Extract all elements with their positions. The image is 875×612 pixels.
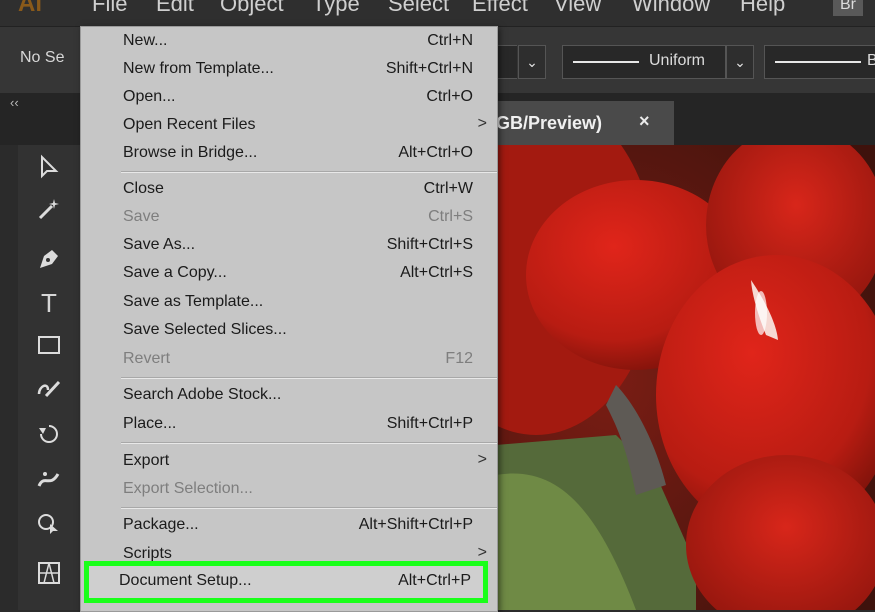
menu-item-label: Save as Template...: [123, 293, 264, 310]
menu-item-close[interactable]: Close Ctrl+W: [81, 176, 497, 204]
menu-item-save-as[interactable]: Save As... Shift+Ctrl+S: [81, 232, 497, 260]
brush-definition-field[interactable]: B: [764, 45, 875, 79]
document-tab-title: GB/Preview): [496, 113, 603, 133]
pen-tool-icon[interactable]: [18, 239, 80, 279]
menu-item-label: Open Recent Files: [123, 116, 256, 133]
magic-wand-tool-icon[interactable]: [18, 189, 80, 229]
menu-type[interactable]: Type: [312, 0, 360, 17]
menu-separator: [121, 442, 497, 444]
puppet-warp-tool-icon[interactable]: [18, 459, 80, 499]
menu-item-label: New...: [123, 32, 168, 49]
close-icon[interactable]: ×: [639, 111, 650, 132]
menu-item-browse-in-bridge[interactable]: Browse in Bridge... Alt+Ctrl+O: [81, 140, 497, 168]
menu-item-shortcut: Ctrl+N: [427, 32, 473, 49]
menu-item-revert: Revert F12: [81, 346, 497, 374]
shape-builder-tool-icon[interactable]: [18, 503, 80, 543]
selection-tool-icon[interactable]: [18, 147, 80, 187]
type-tool-icon[interactable]: T: [18, 283, 80, 323]
menu-item-place[interactable]: Place... Shift+Ctrl+P: [81, 411, 497, 439]
menu-view[interactable]: View: [554, 0, 601, 17]
menu-item-label: Place...: [123, 415, 177, 432]
menu-help[interactable]: Help: [740, 0, 785, 17]
menu-item-label: Save: [123, 208, 160, 225]
menu-item-document-setup[interactable]: Document Setup... Alt+Ctrl+P: [85, 568, 489, 596]
menu-item-label: Save a Copy...: [123, 264, 227, 281]
stroke-weight-dropdown[interactable]: ⌄: [518, 45, 546, 79]
menu-file[interactable]: File: [92, 0, 127, 17]
profile-label: Uniform: [649, 52, 706, 69]
rectangle-tool-icon[interactable]: [18, 325, 80, 365]
brush-label: B: [867, 52, 875, 69]
menu-item-shortcut: Alt+Shift+Ctrl+P: [358, 516, 473, 533]
chevron-right-icon: >: [477, 544, 487, 561]
menu-effect[interactable]: Effect: [472, 0, 528, 17]
menu-item-shortcut: Shift+Ctrl+S: [386, 236, 473, 253]
paintbrush-tool-icon[interactable]: [18, 369, 80, 409]
menu-item-open-recent-files[interactable]: Open Recent Files >: [81, 112, 497, 140]
tools-panel: T: [18, 145, 80, 610]
menu-item-shortcut: Ctrl+S: [428, 208, 473, 225]
menu-item-shortcut: Ctrl+O: [426, 88, 473, 105]
menu-separator: [121, 507, 497, 509]
menu-item-label: Document Setup...: [119, 572, 252, 589]
rotate-tool-icon[interactable]: [18, 415, 80, 455]
menu-item-save-as-template[interactable]: Save as Template...: [81, 289, 497, 317]
stroke-weight-field[interactable]: [496, 45, 517, 79]
menu-separator: [121, 377, 497, 379]
document-setup-highlight[interactable]: Document Setup... Alt+Ctrl+P: [84, 561, 488, 603]
document-image: [496, 145, 875, 610]
app-logo: Ai: [18, 0, 42, 17]
collapse-panel-icon[interactable]: ‹‹: [10, 95, 19, 110]
menu-item-shortcut: Ctrl+W: [423, 180, 473, 197]
profile-dropdown[interactable]: ⌄: [726, 45, 754, 79]
menu-item-new-from-template[interactable]: New from Template... Shift+Ctrl+N: [81, 56, 497, 84]
menu-item-shortcut: Shift+Ctrl+N: [385, 60, 473, 77]
menu-item-label: New from Template...: [123, 60, 274, 77]
menu-item-save-a-copy[interactable]: Save a Copy... Alt+Ctrl+S: [81, 260, 497, 288]
menu-select[interactable]: Select: [388, 0, 449, 17]
menu-item-label: Save As...: [123, 236, 196, 253]
menu-item-label: Save Selected Slices...: [123, 321, 287, 338]
menu-item-shortcut: F12: [445, 350, 473, 367]
menu-item-save-selected-slices[interactable]: Save Selected Slices...: [81, 317, 497, 345]
chevron-down-icon: ⌄: [526, 54, 538, 70]
menu-item-export[interactable]: Export >: [81, 448, 497, 476]
chevron-right-icon: >: [477, 451, 487, 468]
menubar: Ai File Edit Object Type Select Effect V…: [0, 0, 875, 26]
menu-item-label: Close: [123, 180, 164, 197]
menu-edit[interactable]: Edit: [156, 0, 194, 17]
menu-separator: [121, 171, 497, 173]
menu-item-open[interactable]: Open... Ctrl+O: [81, 84, 497, 112]
menu-item-label: Export Selection...: [123, 480, 253, 497]
menu-item-label: Browse in Bridge...: [123, 144, 258, 161]
menu-item-label: Open...: [123, 88, 176, 105]
menu-item-label: Export: [123, 452, 170, 469]
menu-item-shortcut: Alt+Ctrl+P: [398, 572, 471, 589]
bridge-badge[interactable]: Br: [833, 0, 863, 16]
selection-status-label: No Se: [20, 49, 65, 66]
menu-object[interactable]: Object: [220, 0, 284, 17]
brush-line-preview: [775, 61, 861, 63]
file-menu: New... Ctrl+N New from Template... Shift…: [80, 26, 498, 612]
menu-item-shortcut: Shift+Ctrl+P: [386, 415, 473, 432]
document-tab[interactable]: GB/Preview) ×: [496, 101, 674, 145]
profile-line-preview: [573, 61, 639, 63]
perspective-grid-tool-icon[interactable]: [18, 553, 80, 593]
menu-item-save: Save Ctrl+S: [81, 204, 497, 232]
menu-item-search-adobe-stock[interactable]: Search Adobe Stock...: [81, 382, 497, 410]
menu-item-label: Search Adobe Stock...: [123, 386, 282, 403]
menu-item-package[interactable]: Package... Alt+Shift+Ctrl+P: [81, 512, 497, 540]
menu-item-new[interactable]: New... Ctrl+N: [81, 28, 497, 56]
menu-item-label: Package...: [123, 516, 199, 533]
chevron-right-icon: >: [477, 115, 487, 132]
variable-width-profile-field[interactable]: Uniform: [562, 45, 726, 79]
artboard-canvas[interactable]: [496, 145, 875, 610]
chevron-down-icon: ⌄: [734, 54, 746, 70]
menu-window[interactable]: Window: [632, 0, 710, 17]
menu-item-label: Revert: [123, 350, 171, 367]
menu-item-export-selection: Export Selection...: [81, 476, 497, 504]
menu-item-shortcut: Alt+Ctrl+S: [400, 264, 473, 281]
menu-item-shortcut: Alt+Ctrl+O: [398, 144, 473, 161]
